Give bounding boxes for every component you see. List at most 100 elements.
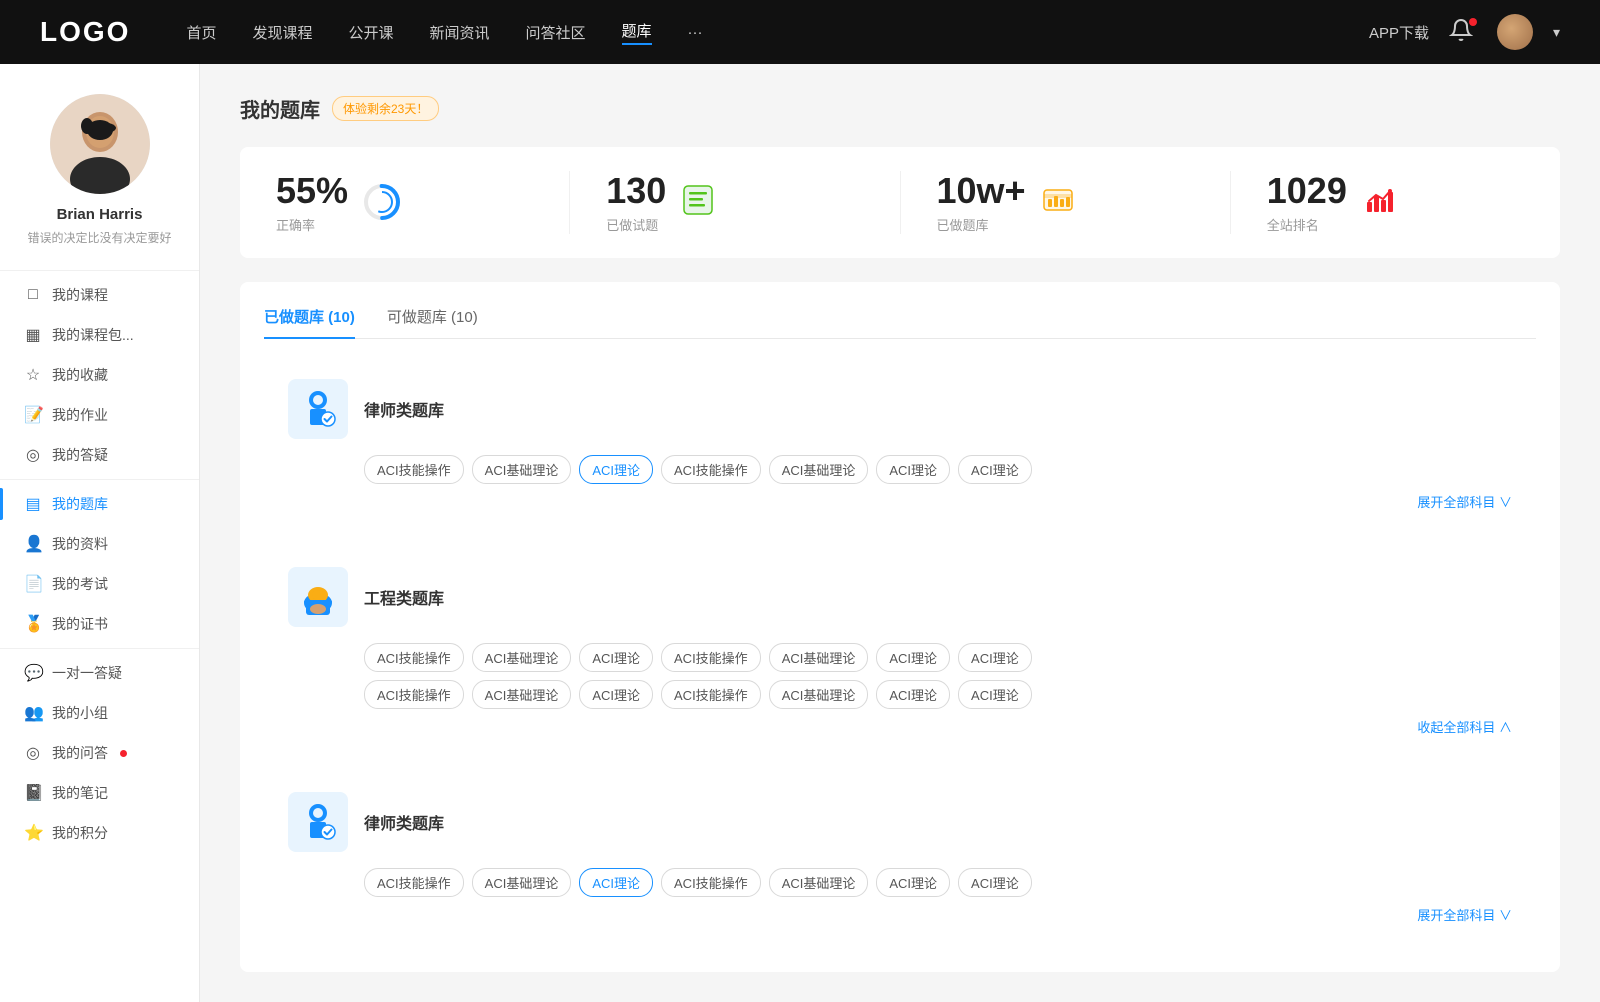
stat-done-questions-label: 已做试题 xyxy=(606,215,666,234)
qbank-tag-2-r2-5[interactable]: ACI理论 xyxy=(876,680,950,709)
qbank-tag-1-6[interactable]: ACI理论 xyxy=(958,455,1032,484)
sidebar-item-course-pack[interactable]: ▦ 我的课程包... xyxy=(0,315,199,355)
sidebar-item-my-qa[interactable]: ◎ 我的问答 xyxy=(0,733,199,773)
sidebar-item-qa[interactable]: ◎ 我的答疑 xyxy=(0,435,199,475)
qbank-tag-3-4[interactable]: ACI基础理论 xyxy=(769,868,869,897)
nav-question-bank[interactable]: 题库 xyxy=(622,20,652,45)
qbank-tag-2-6[interactable]: ACI理论 xyxy=(958,643,1032,672)
sidebar-item-course-pack-label: 我的课程包... xyxy=(52,325,134,345)
tab-available-banks[interactable]: 可做题库 (10) xyxy=(387,306,478,339)
exam-icon: 📄 xyxy=(24,574,42,594)
my-qa-icon: ◎ xyxy=(24,743,42,763)
sidebar-item-1on1[interactable]: 💬 一对一答疑 xyxy=(0,653,199,693)
qbank-tag-2-3[interactable]: ACI技能操作 xyxy=(661,643,761,672)
qbank-tag-3-6[interactable]: ACI理论 xyxy=(958,868,1032,897)
sidebar-item-favorites[interactable]: ☆ 我的收藏 xyxy=(0,355,199,395)
qbank-tag-2-r2-3[interactable]: ACI技能操作 xyxy=(661,680,761,709)
qbank-tag-1-0[interactable]: ACI技能操作 xyxy=(364,455,464,484)
qbank-tag-3-0[interactable]: ACI技能操作 xyxy=(364,868,464,897)
qa-icon: ◎ xyxy=(24,445,42,465)
nav-right-area: APP下载 ▾ xyxy=(1369,14,1560,50)
sidebar-item-certificate-label: 我的证书 xyxy=(52,614,108,634)
notes-icon: 📓 xyxy=(24,783,42,803)
sidebar-divider-1 xyxy=(0,270,199,271)
user-avatar[interactable] xyxy=(1497,14,1533,50)
nav-news[interactable]: 新闻资讯 xyxy=(430,22,490,43)
qbank-tag-1-4[interactable]: ACI基础理论 xyxy=(769,455,869,484)
profile-avatar-image xyxy=(50,94,150,194)
qbank-tag-2-1[interactable]: ACI基础理论 xyxy=(472,643,572,672)
qbank-tag-2-5[interactable]: ACI理论 xyxy=(876,643,950,672)
qbank-tag-2-r2-0[interactable]: ACI技能操作 xyxy=(364,680,464,709)
sidebar-divider-2 xyxy=(0,479,199,480)
qbank-collapse-2[interactable]: 收起全部科目 ∧ xyxy=(288,717,1512,736)
qbank-tag-3-5[interactable]: ACI理论 xyxy=(876,868,950,897)
sidebar-item-1on1-label: 一对一答疑 xyxy=(52,663,122,683)
qbank-tag-2-r2-1[interactable]: ACI基础理论 xyxy=(472,680,572,709)
qbank-tag-3-1[interactable]: ACI基础理论 xyxy=(472,868,572,897)
qbank-icon-3 xyxy=(288,792,348,852)
stat-done-questions-value: 130 xyxy=(606,171,666,211)
qbank-header-3: 律师类题库 xyxy=(288,792,1512,852)
qbank-tag-1-5[interactable]: ACI理论 xyxy=(876,455,950,484)
qbank-tag-2-r2-6[interactable]: ACI理论 xyxy=(958,680,1032,709)
qbank-tag-2-r2-2[interactable]: ACI理论 xyxy=(579,680,653,709)
sidebar-item-exam[interactable]: 📄 我的考试 xyxy=(0,564,199,604)
qbank-header-2: 工程类题库 xyxy=(288,567,1512,627)
nav-open-course[interactable]: 公开课 xyxy=(348,22,393,43)
my-qa-badge xyxy=(120,750,127,757)
sidebar-item-points[interactable]: ⭐ 我的积分 xyxy=(0,813,199,853)
sidebar-item-my-course-label: 我的课程 xyxy=(52,285,108,305)
tabs-row: 已做题库 (10) 可做题库 (10) xyxy=(264,306,1536,339)
qbank-header-1: 律师类题库 xyxy=(288,379,1512,439)
stats-row: 55% 正确率 130 已做试题 xyxy=(240,147,1560,258)
notification-bell-button[interactable] xyxy=(1449,18,1477,46)
qbank-tag-2-0[interactable]: ACI技能操作 xyxy=(364,643,464,672)
stat-rank-value: 1029 xyxy=(1267,171,1347,211)
sidebar-item-notes[interactable]: 📓 我的笔记 xyxy=(0,773,199,813)
main-content-area: 我的题库 体验剩余23天！ 55% 正确率 xyxy=(200,64,1600,1002)
profile-avatar xyxy=(50,94,150,194)
sidebar-item-question-bank[interactable]: ▤ 我的题库 xyxy=(0,484,199,524)
nav-home[interactable]: 首页 xyxy=(186,22,216,43)
sidebar-item-my-course[interactable]: □ 我的课程 xyxy=(0,275,199,315)
qbank-expand-3[interactable]: 展开全部科目 ∨ xyxy=(288,905,1512,924)
sidebar-item-notes-label: 我的笔记 xyxy=(52,783,108,803)
qbank-tag-2-2[interactable]: ACI理论 xyxy=(579,643,653,672)
qbank-tag-2-4[interactable]: ACI基础理论 xyxy=(769,643,869,672)
sidebar-item-certificate[interactable]: 🏅 我的证书 xyxy=(0,604,199,644)
trial-badge: 体验剩余23天！ xyxy=(332,96,439,121)
tab-done-banks[interactable]: 已做题库 (10) xyxy=(264,306,355,339)
qbank-card-1: 律师类题库 ACI技能操作 ACI基础理论 ACI理论 ACI技能操作 ACI基… xyxy=(264,359,1536,531)
qbank-tag-1-2[interactable]: ACI理论 xyxy=(579,455,653,484)
stat-done-banks-icon xyxy=(1040,182,1080,222)
page-body: Brian Harris 错误的决定比没有决定要好 □ 我的课程 ▦ 我的课程包… xyxy=(0,64,1600,1002)
nav-more[interactable]: ··· xyxy=(688,24,703,41)
user-name: Brian Harris xyxy=(57,206,143,223)
nav-qa[interactable]: 问答社区 xyxy=(526,22,586,43)
user-menu-chevron-icon[interactable]: ▾ xyxy=(1553,24,1560,41)
nav-discover[interactable]: 发现课程 xyxy=(252,22,312,43)
sidebar-item-profile[interactable]: 👤 我的资料 xyxy=(0,524,199,564)
stat-rank: 1029 全站排名 xyxy=(1231,171,1560,234)
sidebar-item-homework[interactable]: 📝 我的作业 xyxy=(0,395,199,435)
page-title: 我的题库 xyxy=(240,94,320,123)
stat-done-banks: 10w+ 已做题库 xyxy=(901,171,1231,234)
stat-done-questions: 130 已做试题 xyxy=(570,171,900,234)
qbank-title-3: 律师类题库 xyxy=(364,810,444,834)
qbank-tag-2-r2-4[interactable]: ACI基础理论 xyxy=(769,680,869,709)
sidebar-item-points-label: 我的积分 xyxy=(52,823,108,843)
lawyer-icon xyxy=(296,387,340,431)
user-motto: 错误的决定比没有决定要好 xyxy=(11,229,187,246)
engineer-icon xyxy=(296,575,340,619)
qbank-expand-1[interactable]: 展开全部科目 ∨ xyxy=(288,492,1512,511)
stat-done-banks-label: 已做题库 xyxy=(937,215,1026,234)
certificate-icon: 🏅 xyxy=(24,614,42,634)
qbank-tag-1-1[interactable]: ACI基础理论 xyxy=(472,455,572,484)
qbank-tag-1-3[interactable]: ACI技能操作 xyxy=(661,455,761,484)
sidebar: Brian Harris 错误的决定比没有决定要好 □ 我的课程 ▦ 我的课程包… xyxy=(0,64,200,1002)
qbank-tag-3-3[interactable]: ACI技能操作 xyxy=(661,868,761,897)
sidebar-item-group[interactable]: 👥 我的小组 xyxy=(0,693,199,733)
qbank-tag-3-2[interactable]: ACI理论 xyxy=(579,868,653,897)
app-download-button[interactable]: APP下载 xyxy=(1369,22,1429,43)
